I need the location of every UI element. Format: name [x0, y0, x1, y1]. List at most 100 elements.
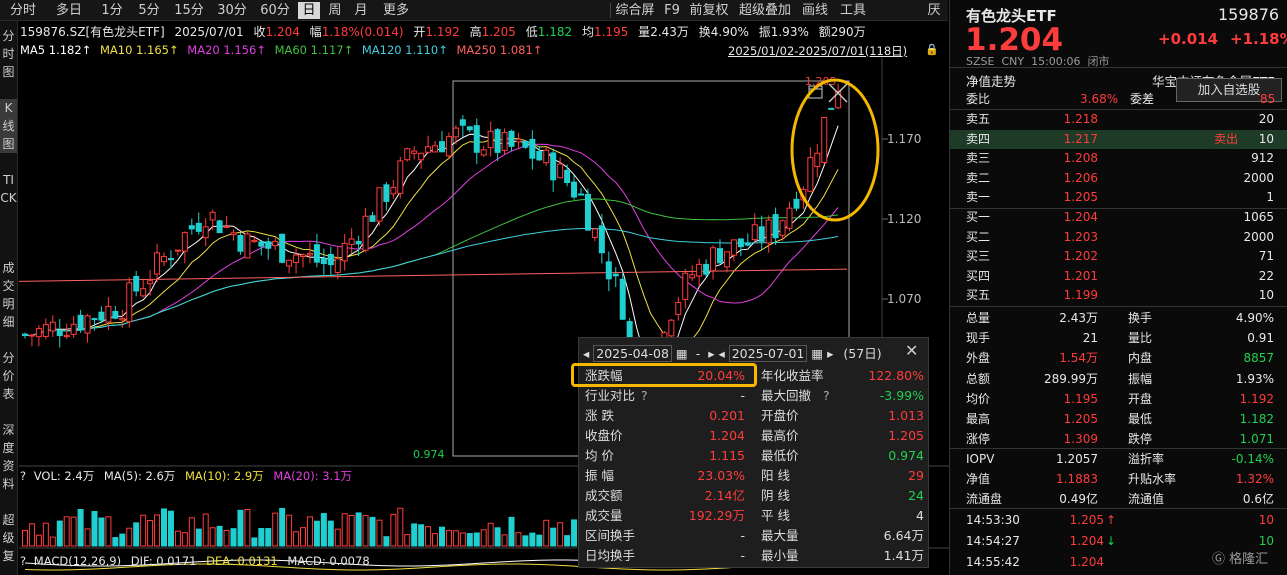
side-tab-tick[interactable]: TICK — [0, 171, 17, 207]
start-date-input[interactable]: 2025-04-08 — [593, 345, 672, 362]
sell-level-row[interactable]: 卖四 1.217 卖出 10 — [950, 129, 1287, 149]
volume-bar — [494, 527, 501, 547]
stat-label: 日均换手 — [585, 548, 636, 563]
stat-label: 最低 — [1128, 412, 1153, 426]
candle-body — [779, 220, 786, 236]
vol-value: 2.43万 — [650, 25, 689, 39]
stat-value: 29 — [908, 468, 924, 483]
stat-label: 跌停 — [1128, 432, 1153, 447]
tab-15min[interactable]: 15分 — [170, 2, 208, 19]
volume-bar — [91, 511, 98, 547]
stat-label: 均价 — [966, 391, 991, 406]
tools-button[interactable]: 工具 — [838, 2, 868, 19]
y-tick-1: 1.170 — [887, 132, 921, 146]
candle-body — [543, 149, 550, 164]
buy-level-row[interactable]: 买一 1.204 1065 — [950, 208, 1287, 227]
stat-value: -3.99% — [879, 388, 924, 403]
stat-value: 1.1883 — [1056, 472, 1098, 487]
tab-more[interactable]: 更多 — [378, 2, 414, 19]
tab-30min[interactable]: 30分 — [213, 2, 251, 19]
buy-level-row[interactable]: 买二 1.203 2000 — [950, 228, 1287, 247]
date-range-link[interactable]: 2025/01/02-2025/07/01(118日) — [728, 43, 907, 59]
stats-row: 日均换手 - 最小量 1.41万 — [579, 546, 928, 566]
stat-label: 开盘价 — [761, 408, 799, 423]
buy-level-row[interactable]: 买五 1.199 10 — [950, 286, 1287, 305]
side-tab-super[interactable]: 超级复 — [0, 511, 17, 565]
tab-monthly[interactable]: 月 — [351, 2, 371, 19]
tab-5min[interactable]: 5分 — [133, 2, 165, 19]
f9-button[interactable]: F9 — [662, 2, 682, 19]
tab-daily[interactable]: 日 — [298, 2, 320, 19]
corner-button[interactable]: 厌 — [926, 2, 942, 19]
help-icon[interactable]: ? — [823, 386, 830, 406]
volume-checkbox-icon[interactable]: ? — [20, 469, 26, 483]
candle-body — [758, 226, 765, 242]
draw-line-button[interactable]: 画线 — [800, 2, 830, 19]
stat-value: 1.205 — [888, 428, 924, 443]
stat-label: 振 幅 — [585, 468, 614, 483]
candle-body — [334, 258, 341, 273]
candle-body — [411, 150, 418, 154]
stat-label: 流通值 — [1128, 492, 1165, 507]
ma60-legend: MA60 1.117↑ — [274, 43, 354, 57]
side-tab-trade-details[interactable]: 成交明细 — [0, 259, 17, 331]
candle-body — [578, 193, 584, 196]
sell-level-row[interactable]: 卖三 1.208 912 — [950, 149, 1287, 168]
next-arrow-icon[interactable]: ▸ — [827, 346, 833, 361]
prev-arrow-icon[interactable]: ◂ — [583, 346, 589, 361]
nav-trend-link[interactable]: 净值走势 — [966, 71, 1016, 90]
date-dash: - — [695, 346, 701, 361]
volume-bar — [84, 528, 91, 547]
super-overlay-button[interactable]: 超级叠加 — [736, 2, 794, 19]
candle-body — [786, 207, 793, 229]
candle-body — [557, 163, 564, 179]
sell-level-row[interactable]: 卖五 1.218 20 — [950, 110, 1287, 129]
stat-label: 振幅 — [1128, 371, 1153, 386]
stat-value: 1.32% — [1235, 472, 1274, 487]
level-volume: 10 — [1258, 288, 1274, 302]
buy-level-row[interactable]: 买四 1.201 22 — [950, 267, 1287, 286]
side-tab-depth[interactable]: 深度资料 — [0, 421, 17, 493]
level-price: 1.203 — [1063, 229, 1098, 244]
volume-bar — [258, 528, 265, 547]
tab-intraday[interactable]: 分时 — [4, 2, 42, 19]
next-arrow-icon[interactable]: ▸ ◂ — [708, 346, 725, 361]
tab-weekly[interactable]: 周 — [325, 2, 345, 19]
stat-value: 4.90% — [1235, 311, 1274, 325]
stats-row: 成交额 2.14亿 阴 线 24 — [579, 486, 928, 506]
weibi-value: 3.68% — [1080, 92, 1119, 106]
tab-1min[interactable]: 1分 — [96, 2, 128, 19]
stat-label: 开盘 — [1128, 391, 1153, 406]
volume-bar — [418, 524, 425, 547]
end-date-input[interactable]: 2025-07-01 — [728, 345, 808, 362]
volume-bar — [550, 527, 557, 547]
calendar-icon[interactable]: ▦ — [811, 346, 823, 361]
side-tab-kline[interactable]: K线图 — [0, 99, 17, 153]
sell-level-row[interactable]: 卖二 1.206 2000 — [950, 169, 1287, 188]
price-change: +0.014 — [1158, 30, 1219, 48]
side-tab-price-table[interactable]: 分价表 — [0, 349, 17, 403]
sell-level-row[interactable]: 卖一 1.205 1 — [950, 188, 1287, 207]
candle-body — [571, 181, 578, 198]
tab-multiday[interactable]: 多日 — [50, 2, 88, 19]
volume-bar — [251, 537, 258, 547]
help-icon[interactable]: ? — [641, 386, 648, 406]
stat-label: 最大量 — [761, 528, 799, 543]
forward-adjust-button[interactable]: 前复权 — [687, 2, 731, 19]
buy-level-row[interactable]: 买三 1.202 71 — [950, 247, 1287, 266]
volume-bar — [105, 516, 112, 547]
macd-checkbox-icon[interactable]: ? — [20, 554, 26, 568]
calendar-icon[interactable]: ▦ — [676, 346, 688, 361]
tab-60min[interactable]: 60分 — [256, 2, 294, 19]
macd-label: MACD(12,26,9) — [33, 554, 122, 568]
amp-value: 1.93% — [770, 25, 809, 39]
side-tab-intraday[interactable]: 分时图 — [0, 27, 17, 81]
weicha-value: 85 — [1260, 92, 1276, 106]
composite-screen-button[interactable]: 综合屏 — [613, 2, 657, 19]
close-popup-icon[interactable]: ✕ — [905, 341, 918, 360]
candle-body — [251, 239, 258, 243]
volume-bar — [522, 535, 529, 547]
candle-body — [265, 241, 272, 249]
volume-bar — [35, 534, 42, 547]
y-tick-2: 1.120 — [887, 212, 921, 226]
